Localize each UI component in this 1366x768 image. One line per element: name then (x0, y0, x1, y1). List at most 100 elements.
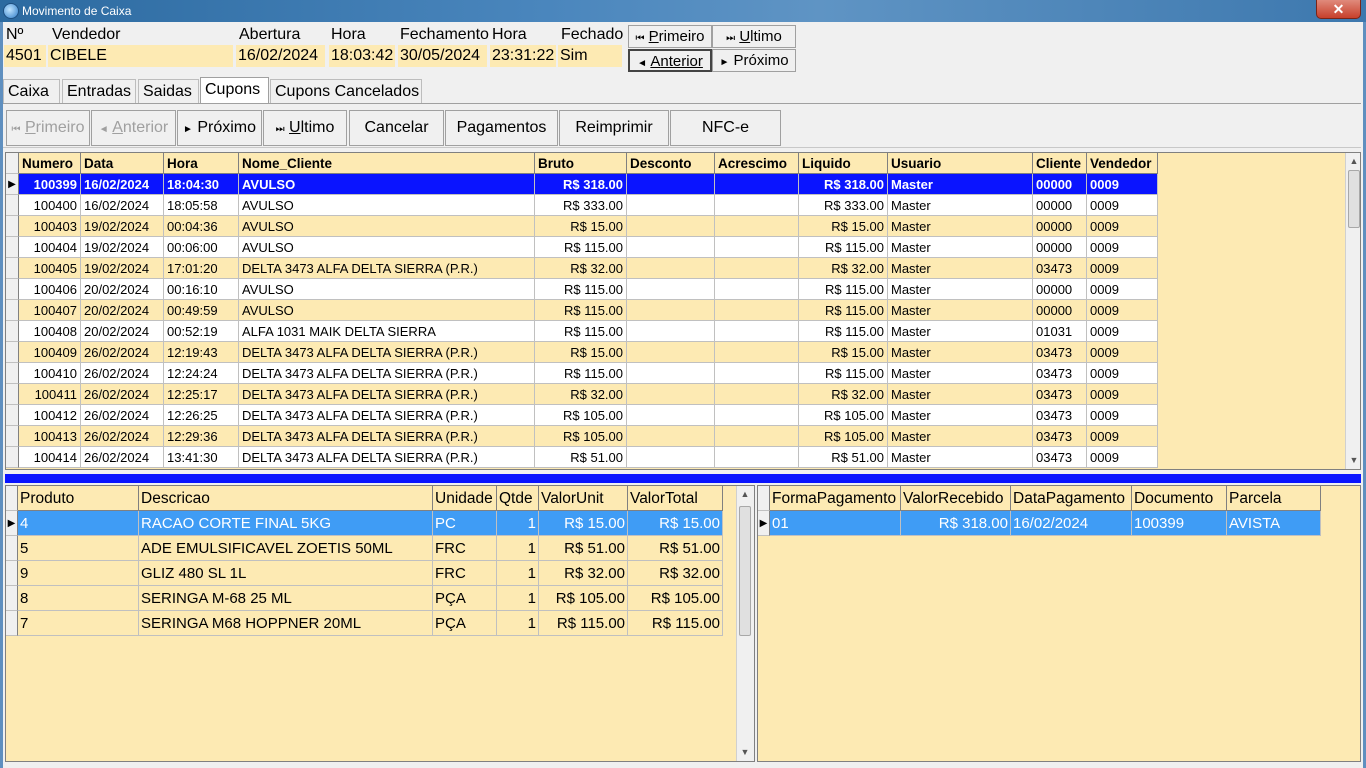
table-cell[interactable]: R$ 105.00 (535, 426, 627, 447)
table-cell[interactable]: R$ 15.00 (799, 216, 888, 237)
table-cell[interactable]: DELTA 3473 ALFA DELTA SIERRA (P.R.) (239, 384, 535, 405)
table-cell[interactable]: 1 (497, 561, 539, 586)
table-cell[interactable]: R$ 51.00 (535, 447, 627, 468)
table-cell[interactable]: 12:19:43 (164, 342, 239, 363)
table-cell[interactable]: 01031 (1033, 321, 1087, 342)
table-cell[interactable]: R$ 115.00 (535, 363, 627, 384)
table-cell[interactable]: R$ 15.00 (539, 511, 628, 536)
table-cell[interactable]: DELTA 3473 ALFA DELTA SIERRA (P.R.) (239, 447, 535, 468)
table-cell[interactable] (715, 216, 799, 237)
table-cell[interactable]: 0009 (1087, 405, 1158, 426)
table-cell[interactable]: Master (888, 447, 1033, 468)
table-cell[interactable]: RACAO CORTE FINAL 5KG (139, 511, 433, 536)
table-cell[interactable]: R$ 105.00 (539, 586, 628, 611)
table-cell[interactable] (627, 363, 715, 384)
table-cell[interactable]: R$ 51.00 (799, 447, 888, 468)
table-cell[interactable]: R$ 32.00 (799, 384, 888, 405)
tab-cupons[interactable]: Cupons (200, 77, 269, 103)
table-cell[interactable]: 18:04:30 (164, 174, 239, 195)
table-cell[interactable]: AVULSO (239, 174, 535, 195)
column-header[interactable]: Unidade (433, 486, 497, 511)
table-cell[interactable]: Master (888, 237, 1033, 258)
table-cell[interactable]: 12:24:24 (164, 363, 239, 384)
column-header[interactable]: Produto (18, 486, 139, 511)
table-cell[interactable]: 00:16:10 (164, 279, 239, 300)
table-cell[interactable]: R$ 32.00 (799, 258, 888, 279)
table-cell[interactable]: 0009 (1087, 321, 1158, 342)
tab-saidas[interactable]: Saidas (138, 79, 199, 103)
table-cell[interactable]: 1 (497, 536, 539, 561)
table-cell[interactable]: 19/02/2024 (81, 258, 164, 279)
table-cell[interactable] (715, 279, 799, 300)
nav-ultimo-button[interactable]: ⏭ Ultimo (712, 25, 796, 48)
table-cell[interactable] (627, 216, 715, 237)
table-cell[interactable]: 26/02/2024 (81, 384, 164, 405)
table-cell[interactable]: 100399 (1132, 511, 1227, 536)
scroll-up-icon[interactable]: ▲ (737, 486, 753, 503)
table-cell[interactable]: 17:01:20 (164, 258, 239, 279)
table-cell[interactable]: DELTA 3473 ALFA DELTA SIERRA (P.R.) (239, 342, 535, 363)
column-header[interactable]: Nome_Cliente (239, 153, 535, 174)
scroll-down-icon[interactable]: ▼ (737, 744, 753, 761)
table-cell[interactable]: 00000 (1033, 279, 1087, 300)
cupons-grid[interactable]: Numero Data Hora Nome_Cliente Bruto Desconto A… (5, 152, 1361, 470)
table-cell[interactable]: 9 (18, 561, 139, 586)
table-cell[interactable]: 00:52:19 (164, 321, 239, 342)
table-cell[interactable]: PÇA (433, 611, 497, 636)
table-cell[interactable]: SERINGA M-68 25 ML (139, 586, 433, 611)
table-cell[interactable]: 12:29:36 (164, 426, 239, 447)
table-cell[interactable]: 100414 (19, 447, 81, 468)
table-cell[interactable]: 26/02/2024 (81, 405, 164, 426)
table-cell[interactable] (715, 237, 799, 258)
scroll-down-icon[interactable]: ▼ (1346, 452, 1360, 469)
table-cell[interactable]: 00000 (1033, 237, 1087, 258)
table-cell[interactable]: PÇA (433, 586, 497, 611)
table-cell[interactable] (627, 405, 715, 426)
table-cell[interactable]: 03473 (1033, 426, 1087, 447)
produtos-scrollbar[interactable]: ▲ ▼ (736, 486, 754, 761)
scroll-thumb[interactable] (1348, 170, 1360, 228)
table-cell[interactable]: 03473 (1033, 342, 1087, 363)
tab-caixa[interactable]: Caixa (3, 79, 60, 103)
table-cell[interactable]: 03473 (1033, 405, 1087, 426)
table-cell[interactable]: R$ 115.00 (799, 300, 888, 321)
table-cell[interactable] (715, 363, 799, 384)
table-cell[interactable]: R$ 105.00 (535, 405, 627, 426)
table-cell[interactable]: 13:41:30 (164, 447, 239, 468)
table-cell[interactable]: R$ 15.00 (535, 216, 627, 237)
nav-anterior-button[interactable]: ◄ Anterior (628, 49, 712, 72)
table-cell[interactable]: 100411 (19, 384, 81, 405)
table-cell[interactable] (627, 258, 715, 279)
table-cell[interactable] (715, 447, 799, 468)
produtos-grid[interactable]: Produto Descricao Unidade Qtde ValorUnit Valo… (5, 485, 755, 762)
table-cell[interactable]: 100408 (19, 321, 81, 342)
table-cell[interactable] (627, 300, 715, 321)
table-cell[interactable]: DELTA 3473 ALFA DELTA SIERRA (P.R.) (239, 405, 535, 426)
nav-primeiro-button[interactable]: ⏮ Primeiro (628, 25, 712, 48)
table-cell[interactable]: R$ 15.00 (535, 342, 627, 363)
table-cell[interactable]: 0009 (1087, 342, 1158, 363)
table-row[interactable]: 100410 26/02/2024 12:24:24 DELTA 3473 ALFA … (6, 363, 1158, 384)
table-cell[interactable]: R$ 105.00 (628, 586, 723, 611)
column-header[interactable]: Hora (164, 153, 239, 174)
table-row[interactable]: 100409 26/02/2024 12:19:43 DELTA 3473 ALFA … (6, 342, 1158, 363)
table-cell[interactable]: R$ 115.00 (539, 611, 628, 636)
table-cell[interactable]: R$ 115.00 (799, 363, 888, 384)
table-cell[interactable]: 00000 (1033, 195, 1087, 216)
table-cell[interactable]: AVULSO (239, 216, 535, 237)
table-cell[interactable] (715, 195, 799, 216)
table-cell[interactable]: R$ 115.00 (799, 321, 888, 342)
table-cell[interactable]: R$ 333.00 (535, 195, 627, 216)
table-cell[interactable]: R$ 15.00 (628, 511, 723, 536)
panel-splitter[interactable] (5, 474, 1361, 483)
table-cell[interactable]: R$ 105.00 (799, 405, 888, 426)
table-cell[interactable]: 20/02/2024 (81, 300, 164, 321)
table-cell[interactable]: Master (888, 216, 1033, 237)
pagamentos-grid[interactable]: FormaPagamento ValorRecebido DataPagamento… (757, 485, 1361, 762)
table-cell[interactable]: 0009 (1087, 426, 1158, 447)
table-cell[interactable]: 18:05:58 (164, 195, 239, 216)
table-row[interactable]: 100404 19/02/2024 00:06:00 AVULSO R$ 115.00 R… (6, 237, 1158, 258)
tab-entradas[interactable]: Entradas (62, 79, 136, 103)
table-cell[interactable]: Master (888, 279, 1033, 300)
table-cell[interactable] (627, 174, 715, 195)
